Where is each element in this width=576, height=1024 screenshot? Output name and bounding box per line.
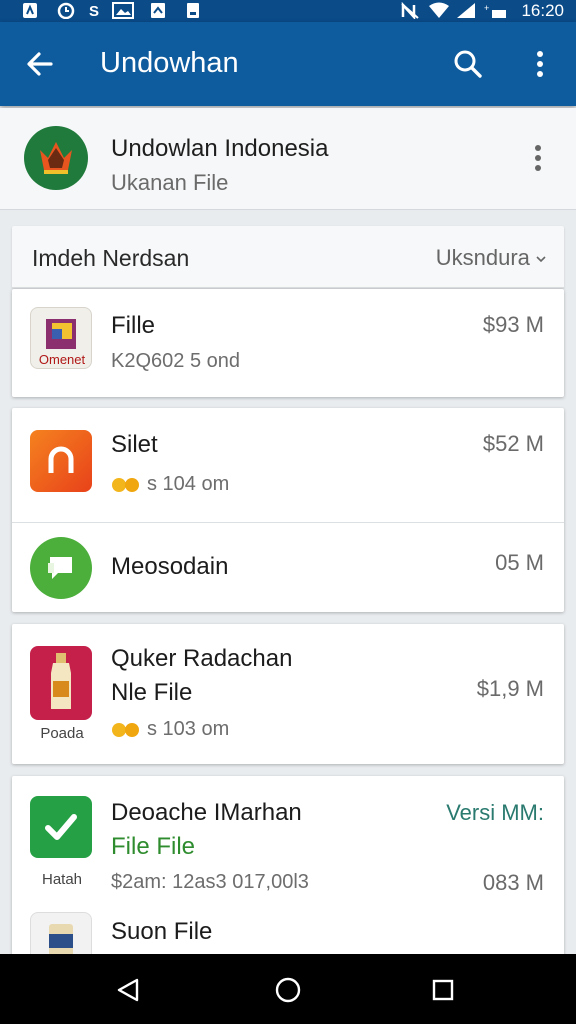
more-options-button[interactable] [516,40,564,88]
status-bar: S + 16:20 [0,0,576,22]
nav-home-icon [275,977,301,1003]
item-size: 083 M [482,870,544,895]
list-card: Silet s 104 om $52 M Meosodain 05 M [12,408,564,612]
item-name: Suon File [111,918,213,945]
icon-caption: Omenet [38,352,86,367]
sort-label: Uksndura [435,245,530,270]
developer-logo [24,126,88,190]
chat-app-icon [30,537,92,599]
item-name: Silet [111,431,158,458]
section-title: Imdeh Nerdsan [32,245,190,271]
search-icon [454,50,482,78]
item-name-line2: Nle File [111,679,193,706]
list-item[interactable]: Meosodain 05 M [12,523,564,612]
crown-logo-icon [40,142,72,174]
coins-icon [112,477,139,492]
nav-home-button[interactable] [270,972,306,1008]
svg-text:S: S [89,3,99,19]
list-item[interactable]: Poada Quker Radachan Nle File s 103 om $… [12,624,564,764]
item-meta-row: s 103 om [111,718,229,741]
chevron-down-icon [536,256,546,263]
item-name: Meosodain [111,553,229,580]
clock-icon [57,2,75,19]
list-card: Hatah Deoache IMarhan File File $2am: 12… [12,776,564,974]
list-item[interactable]: Omenet Fille K2Q602 5 ond $93 M [12,289,564,397]
item-meta: K2Q602 5 ond [111,350,240,372]
nav-back-icon [117,978,139,1002]
navigation-bar [0,954,576,1024]
more-vert-icon [535,145,541,171]
sort-dropdown[interactable]: Uksndura [436,245,546,271]
nfc-icon [401,2,419,19]
developer-name: Undowlan Indonesia [111,135,329,162]
app-title: Undowhan [100,47,239,79]
item-size: $52 M [482,431,544,456]
item-version: Versi MM: [446,800,544,825]
svg-text:+: + [484,3,489,13]
developer-header[interactable]: Undowlan Indonesia Ukanan File [0,108,576,210]
list-item[interactable]: Silet s 104 om $52 M [12,408,564,522]
header-more-button[interactable] [522,138,554,178]
list-card: Poada Quker Radachan Nle File s 103 om $… [12,624,564,764]
orange-app-icon [30,430,92,492]
icon-caption: Poada [40,725,84,742]
item-name: Fille [111,312,156,339]
wifi-icon [429,2,449,18]
item-name: Quker Radachan [111,645,293,672]
nav-back-button[interactable] [110,972,146,1008]
item-meta: s 103 om [147,718,230,740]
developer-subtitle: Ukanan File [111,170,229,195]
status-time: 16:20 [521,1,564,20]
list-card: Omenet Fille K2Q602 5 ond $93 M [12,289,564,397]
nav-recents-icon [432,979,454,1001]
item-name-line2: File File [111,833,196,860]
signal-icon [457,3,475,18]
app-bar: Undowhan [0,22,576,106]
arrow-back-icon [27,52,53,76]
list-item[interactable]: Hatah Deoache IMarhan File File $2am: 12… [12,776,564,900]
section-header: Imdeh Nerdsan Uksndura [12,226,564,288]
back-button[interactable] [16,40,64,88]
battery-icon: + [484,3,506,18]
icon-caption: Hatah [41,871,83,888]
image-icon [112,2,134,19]
coins-icon [112,722,139,737]
item-name: Deoache IMarhan [111,799,302,826]
item-size: 05 M [495,550,544,575]
bottle-icon [30,646,92,720]
notification-icon [23,3,37,18]
item-size: $93 M [482,312,544,337]
more-vert-icon [537,51,543,77]
upload-icon [151,3,165,18]
check-icon [30,796,92,858]
s-icon: S [89,3,99,19]
item-meta-row: s 104 om [111,473,229,496]
nav-recents-button[interactable] [425,972,461,1008]
item-size: $1,9 M [476,676,544,701]
search-button[interactable] [444,40,492,88]
item-meta: s 104 om [147,473,230,495]
download-icon [187,3,199,18]
item-meta: $2am: 12as3 017,00l3 [111,871,309,893]
